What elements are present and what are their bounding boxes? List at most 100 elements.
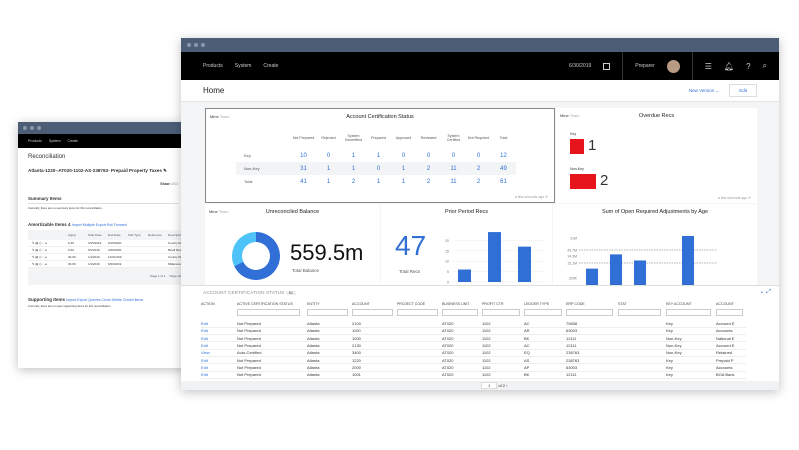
count-cell[interactable]: 12 bbox=[491, 149, 516, 162]
row-action-link[interactable]: Edit bbox=[201, 363, 237, 372]
count-cell[interactable]: 1 bbox=[391, 162, 416, 175]
cell: 63003 bbox=[566, 363, 618, 372]
collapse-chevron-icon[interactable]: ⌄ bbox=[759, 289, 764, 295]
amortizable-action-multiple[interactable]: Multiple bbox=[83, 223, 96, 227]
overdue-key-bar[interactable] bbox=[570, 139, 584, 154]
supporting-action-closed-items[interactable]: Closed Items bbox=[123, 298, 143, 302]
amortizable-action-import[interactable]: Import bbox=[72, 223, 83, 227]
count-cell[interactable]: 11 bbox=[441, 175, 466, 188]
count-cell[interactable]: 1 bbox=[366, 175, 391, 188]
count-cell[interactable]: 0 bbox=[466, 149, 491, 162]
supporting-action-import[interactable]: Import bbox=[66, 298, 77, 302]
column-filter-input[interactable] bbox=[237, 309, 300, 316]
table-row: Edit Not Prepared Atlanta 2000 AT020 1102 AP 63… bbox=[201, 363, 746, 372]
amortizable-pager: Page 1 of 1 Page size: 5 bbox=[28, 268, 188, 284]
row-action-link[interactable]: Edit bbox=[201, 327, 237, 336]
nav-create[interactable]: Create bbox=[67, 139, 78, 143]
count-cell[interactable]: 10 bbox=[291, 149, 316, 162]
row-action-link[interactable]: Edit bbox=[201, 341, 237, 350]
new-version-dropdown[interactable]: New Version ⌄ bbox=[689, 88, 719, 94]
cell: 1102 bbox=[482, 371, 524, 379]
column-filter-input[interactable] bbox=[716, 309, 743, 316]
nav-create[interactable]: Create bbox=[263, 63, 278, 69]
count-cell[interactable]: 1 bbox=[316, 162, 341, 175]
count-cell[interactable]: 0 bbox=[316, 149, 341, 162]
column-header: Prepared bbox=[371, 136, 386, 140]
column-filter-input[interactable] bbox=[566, 309, 613, 316]
count-cell[interactable]: 2 bbox=[416, 162, 441, 175]
column-filter-input[interactable] bbox=[352, 309, 393, 316]
count-cell[interactable]: 0 bbox=[366, 162, 391, 175]
count-cell[interactable]: 2 bbox=[416, 175, 441, 188]
supporting-action-clone[interactable]: Clone bbox=[102, 298, 112, 302]
nav-system[interactable]: System bbox=[49, 139, 61, 143]
amortizable-action-export[interactable]: Export bbox=[96, 223, 107, 227]
column-filter-input[interactable] bbox=[442, 309, 478, 316]
supporting-action-export[interactable]: Export bbox=[77, 298, 88, 302]
edit-pencil-icon[interactable]: ✎ bbox=[163, 168, 167, 173]
column-filter-input[interactable] bbox=[307, 309, 348, 316]
count-cell[interactable]: 2 bbox=[341, 175, 366, 188]
count-cell[interactable]: 1 bbox=[341, 149, 366, 162]
row-action-link[interactable]: Edit bbox=[201, 371, 237, 379]
calendar-icon[interactable] bbox=[603, 62, 611, 70]
column-header: System Decertified bbox=[344, 134, 363, 142]
column-filter-input[interactable] bbox=[397, 309, 438, 316]
edit-button[interactable]: Edit bbox=[729, 84, 757, 97]
nav-system[interactable]: System bbox=[235, 63, 252, 69]
avatar[interactable] bbox=[666, 59, 680, 73]
list-icon[interactable]: ☰ bbox=[705, 62, 712, 71]
cell: AT020 bbox=[442, 334, 482, 343]
cell: Not Prepared bbox=[237, 341, 307, 350]
row-label: Total bbox=[244, 179, 253, 184]
row-action-link[interactable]: View bbox=[201, 349, 237, 358]
row-action-icons[interactable]: ✎ ▤ ⎙ ◌ ◂ bbox=[32, 255, 62, 259]
role-label[interactable]: Preparer bbox=[635, 63, 654, 69]
count-cell[interactable]: 0 bbox=[391, 149, 416, 162]
nav-products[interactable]: Products bbox=[203, 63, 223, 69]
row-action-link[interactable]: Edit bbox=[201, 320, 237, 328]
row-action-icons[interactable]: ✎ ▤ ⎙ ◌ ◂ bbox=[32, 241, 62, 245]
refresh-icon[interactable]: ⟳ bbox=[545, 195, 548, 199]
refresh-icon[interactable]: ⟳ bbox=[748, 196, 751, 200]
help-icon[interactable]: ? bbox=[746, 62, 750, 71]
count-cell[interactable]: 1 bbox=[341, 162, 366, 175]
count-cell[interactable]: 41 bbox=[291, 175, 316, 188]
column-filter-input[interactable] bbox=[666, 309, 711, 316]
nav-products[interactable]: Products bbox=[28, 139, 42, 143]
bell-icon[interactable]: 🔔︎ bbox=[724, 62, 734, 71]
search-icon[interactable]: ⌕ bbox=[763, 61, 767, 71]
count-cell[interactable]: 0 bbox=[416, 149, 441, 162]
panel-title: Prior Period Recs bbox=[444, 209, 489, 215]
cell: 1102 bbox=[482, 341, 524, 350]
count-cell[interactable]: 11 bbox=[441, 162, 466, 175]
row-action-link[interactable]: Edit bbox=[201, 334, 237, 343]
row-action-link[interactable]: Edit bbox=[201, 356, 237, 365]
show-row: Show USD · ... bbox=[18, 176, 188, 186]
supporting-action-delete[interactable]: Delete bbox=[112, 298, 123, 302]
count-cell[interactable]: 0 bbox=[441, 149, 466, 162]
overdue-nonkey-bar[interactable] bbox=[570, 174, 596, 189]
count-cell[interactable]: 2 bbox=[466, 162, 491, 175]
count-cell[interactable]: 31 bbox=[291, 162, 316, 175]
next-page-icon[interactable]: › bbox=[506, 383, 507, 388]
amortizable-title: Amortizable Items bbox=[28, 222, 67, 227]
cell bbox=[618, 334, 666, 343]
amortizable-action-roll-forward[interactable]: Roll Forward bbox=[107, 223, 127, 227]
cell: Auto-Certified bbox=[237, 349, 307, 358]
page-input[interactable]: 1 bbox=[481, 382, 498, 389]
column-filter-input[interactable] bbox=[618, 309, 662, 316]
count-cell[interactable]: 1 bbox=[316, 175, 341, 188]
supporting-action-queries[interactable]: Queries bbox=[88, 298, 101, 302]
row-action-icons[interactable]: ✎ ▤ ⎙ ◌ ◂ bbox=[32, 248, 62, 252]
count-cell[interactable]: 2 bbox=[466, 175, 491, 188]
total-recs-caption: Total Recs bbox=[399, 269, 421, 274]
count-cell[interactable]: 49 bbox=[491, 162, 516, 175]
column-filter-input[interactable] bbox=[482, 309, 520, 316]
expand-icon[interactable]: ⤢ bbox=[766, 289, 771, 295]
row-action-icons[interactable]: ✎ ▤ ⎙ ◌ ◂ bbox=[32, 262, 62, 266]
count-cell[interactable]: 1 bbox=[366, 149, 391, 162]
column-filter-input[interactable] bbox=[524, 309, 562, 316]
count-cell[interactable]: 1 bbox=[391, 175, 416, 188]
count-cell[interactable]: 61 bbox=[491, 175, 516, 188]
